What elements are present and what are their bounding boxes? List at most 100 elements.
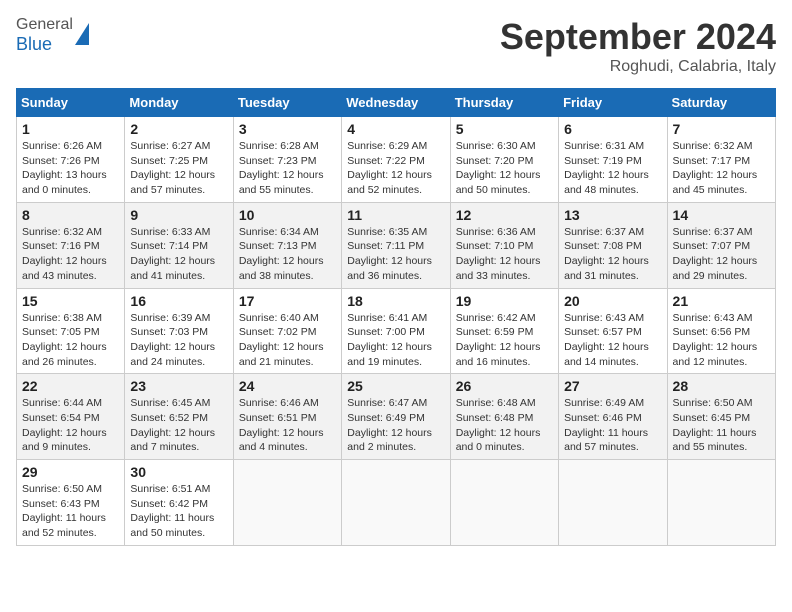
calendar-cell: 21 Sunrise: 6:43 AM Sunset: 6:56 PM Dayli… [667,288,775,374]
day-info: Sunrise: 6:31 AM Sunset: 7:19 PM Dayligh… [564,139,661,198]
day-number: 21 [673,293,770,309]
weekday-header: Monday [125,89,233,117]
day-info: Sunrise: 6:48 AM Sunset: 6:48 PM Dayligh… [456,396,553,455]
day-number: 7 [673,121,770,137]
calendar-cell: 28Sunrise: 6:50 AM Sunset: 6:45 PM Dayli… [667,374,775,460]
calendar-cell: 2 Sunrise: 6:27 AM Sunset: 7:25 PM Daylig… [125,117,233,203]
day-info: Sunrise: 6:36 AM Sunset: 7:10 PM Dayligh… [456,225,553,284]
day-number: 15 [22,293,119,309]
day-info: Sunrise: 6:44 AM Sunset: 6:54 PM Dayligh… [22,396,119,455]
day-info: Sunrise: 6:38 AM Sunset: 7:05 PM Dayligh… [22,311,119,370]
calendar-cell: 7 Sunrise: 6:32 AM Sunset: 7:17 PM Daylig… [667,117,775,203]
calendar-cell: 19Sunrise: 6:42 AM Sunset: 6:59 PM Dayli… [450,288,558,374]
calendar-cell: 18 Sunrise: 6:41 AM Sunset: 7:00 PM Dayli… [342,288,450,374]
calendar-cell: 11Sunrise: 6:35 AM Sunset: 7:11 PM Dayli… [342,202,450,288]
day-number: 1 [22,121,119,137]
calendar-cell: 4 Sunrise: 6:29 AM Sunset: 7:22 PM Daylig… [342,117,450,203]
calendar-cell: 22 Sunrise: 6:44 AM Sunset: 6:54 PM Dayli… [17,374,125,460]
logo-arrow-icon [75,23,89,45]
calendar-cell: 9 Sunrise: 6:33 AM Sunset: 7:14 PM Daylig… [125,202,233,288]
title-block: September 2024 Roghudi, Calabria, Italy [500,16,776,76]
calendar-cell: 10Sunrise: 6:34 AM Sunset: 7:13 PM Dayli… [233,202,341,288]
day-info: Sunrise: 6:37 AM Sunset: 7:07 PM Dayligh… [673,225,770,284]
day-info: Sunrise: 6:46 AM Sunset: 6:51 PM Dayligh… [239,396,336,455]
day-info: Sunrise: 6:50 AM Sunset: 6:45 PM Dayligh… [673,396,770,455]
day-number: 16 [130,293,227,309]
calendar-cell: 15 Sunrise: 6:38 AM Sunset: 7:05 PM Dayli… [17,288,125,374]
day-number: 3 [239,121,336,137]
day-info: Sunrise: 6:37 AM Sunset: 7:08 PM Dayligh… [564,225,661,284]
day-info: Sunrise: 6:50 AM Sunset: 6:43 PM Dayligh… [22,482,119,541]
day-info: Sunrise: 6:39 AM Sunset: 7:03 PM Dayligh… [130,311,227,370]
calendar-cell: 26 Sunrise: 6:48 AM Sunset: 6:48 PM Dayli… [450,374,558,460]
calendar-cell: 27 Sunrise: 6:49 AM Sunset: 6:46 PM Dayli… [559,374,667,460]
day-number: 17 [239,293,336,309]
weekday-header: Saturday [667,89,775,117]
day-number: 20 [564,293,661,309]
day-number: 2 [130,121,227,137]
day-number: 10 [239,207,336,223]
calendar-cell: 30Sunrise: 6:51 AM Sunset: 6:42 PM Dayli… [125,460,233,546]
day-info: Sunrise: 6:32 AM Sunset: 7:16 PM Dayligh… [22,225,119,284]
day-info: Sunrise: 6:43 AM Sunset: 6:56 PM Dayligh… [673,311,770,370]
day-number: 25 [347,378,444,394]
weekday-header: Thursday [450,89,558,117]
calendar-cell: 1 Sunrise: 6:26 AM Sunset: 7:26 PM Daylig… [17,117,125,203]
day-info: Sunrise: 6:35 AM Sunset: 7:11 PM Dayligh… [347,225,444,284]
day-info: Sunrise: 6:49 AM Sunset: 6:46 PM Dayligh… [564,396,661,455]
day-info: Sunrise: 6:51 AM Sunset: 6:42 PM Dayligh… [130,482,227,541]
calendar-cell: 14 Sunrise: 6:37 AM Sunset: 7:07 PM Dayli… [667,202,775,288]
day-info: Sunrise: 6:45 AM Sunset: 6:52 PM Dayligh… [130,396,227,455]
weekday-header: Friday [559,89,667,117]
day-number: 5 [456,121,553,137]
logo-blue: Blue [16,34,73,55]
day-info: Sunrise: 6:33 AM Sunset: 7:14 PM Dayligh… [130,225,227,284]
day-number: 24 [239,378,336,394]
location: Roghudi, Calabria, Italy [500,58,776,76]
day-info: Sunrise: 6:43 AM Sunset: 6:57 PM Dayligh… [564,311,661,370]
day-number: 8 [22,207,119,223]
day-info: Sunrise: 6:28 AM Sunset: 7:23 PM Dayligh… [239,139,336,198]
calendar-cell: 23 Sunrise: 6:45 AM Sunset: 6:52 PM Dayli… [125,374,233,460]
month-title: September 2024 [500,16,776,58]
calendar-cell: 6 Sunrise: 6:31 AM Sunset: 7:19 PM Daylig… [559,117,667,203]
calendar-cell: 13 Sunrise: 6:37 AM Sunset: 7:08 PM Dayli… [559,202,667,288]
day-info: Sunrise: 6:41 AM Sunset: 7:00 PM Dayligh… [347,311,444,370]
day-number: 4 [347,121,444,137]
calendar-cell: 20 Sunrise: 6:43 AM Sunset: 6:57 PM Dayli… [559,288,667,374]
day-number: 13 [564,207,661,223]
day-info: Sunrise: 6:29 AM Sunset: 7:22 PM Dayligh… [347,139,444,198]
day-number: 27 [564,378,661,394]
day-number: 23 [130,378,227,394]
weekday-header: Wednesday [342,89,450,117]
day-info: Sunrise: 6:47 AM Sunset: 6:49 PM Dayligh… [347,396,444,455]
calendar-cell: 3 Sunrise: 6:28 AM Sunset: 7:23 PM Daylig… [233,117,341,203]
logo-general: General [16,16,73,34]
day-number: 12 [456,207,553,223]
calendar-cell [667,460,775,546]
day-number: 26 [456,378,553,394]
logo: General Blue [16,16,89,55]
day-info: Sunrise: 6:32 AM Sunset: 7:17 PM Dayligh… [673,139,770,198]
day-number: 6 [564,121,661,137]
day-number: 9 [130,207,227,223]
calendar-cell: 17 Sunrise: 6:40 AM Sunset: 7:02 PM Dayli… [233,288,341,374]
day-number: 14 [673,207,770,223]
calendar-cell: 25 Sunrise: 6:47 AM Sunset: 6:49 PM Dayli… [342,374,450,460]
calendar-cell: 16 Sunrise: 6:39 AM Sunset: 7:03 PM Dayli… [125,288,233,374]
calendar-cell: 5 Sunrise: 6:30 AM Sunset: 7:20 PM Daylig… [450,117,558,203]
calendar-cell: 24 Sunrise: 6:46 AM Sunset: 6:51 PM Dayli… [233,374,341,460]
day-info: Sunrise: 6:27 AM Sunset: 7:25 PM Dayligh… [130,139,227,198]
day-number: 22 [22,378,119,394]
calendar-cell: 8 Sunrise: 6:32 AM Sunset: 7:16 PM Daylig… [17,202,125,288]
calendar-cell [450,460,558,546]
day-number: 29 [22,464,119,480]
day-number: 18 [347,293,444,309]
day-info: Sunrise: 6:40 AM Sunset: 7:02 PM Dayligh… [239,311,336,370]
day-info: Sunrise: 6:30 AM Sunset: 7:20 PM Dayligh… [456,139,553,198]
calendar-cell [342,460,450,546]
day-number: 19 [456,293,553,309]
calendar-cell: 12 Sunrise: 6:36 AM Sunset: 7:10 PM Dayli… [450,202,558,288]
day-info: Sunrise: 6:26 AM Sunset: 7:26 PM Dayligh… [22,139,119,198]
calendar-table: SundayMondayTuesdayWednesdayThursdayFrid… [16,88,776,546]
